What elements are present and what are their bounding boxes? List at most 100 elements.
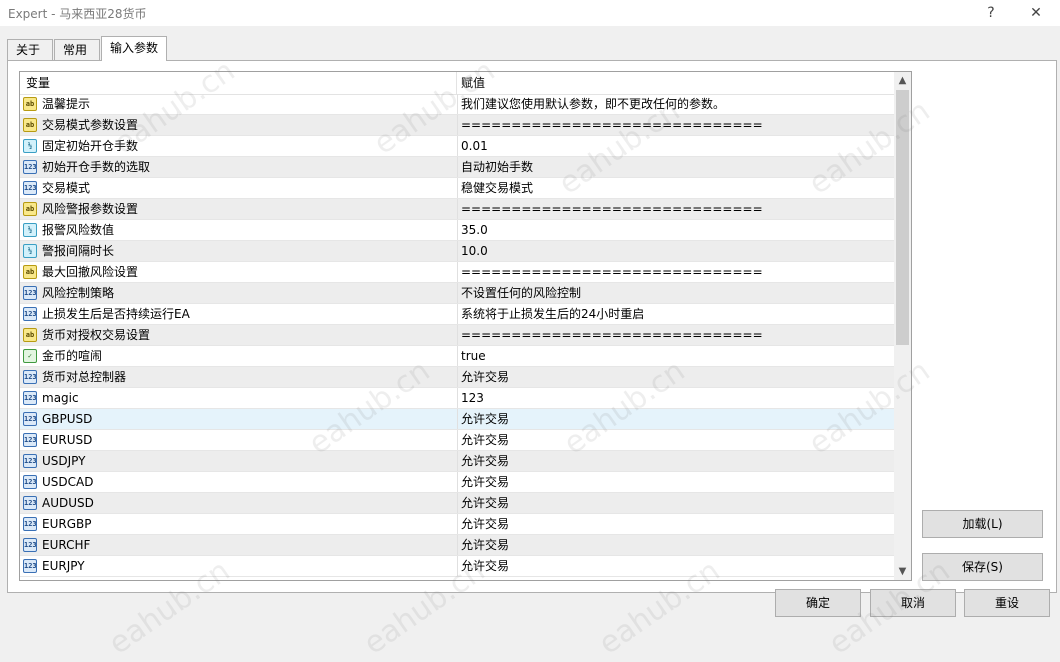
parameter-name: 金币的喧闹 — [42, 349, 103, 363]
grid-rows: ab 温馨提示 我们建议您使用默认参数，即不更改任何的参数。 ab 交易模式参数设置 ==… — [20, 94, 894, 577]
table-row[interactable]: 123 EURCHF 允许交易 — [20, 535, 894, 556]
tab-about[interactable]: 关于 — [7, 39, 53, 60]
table-row[interactable]: 123 止损发生后是否持续运行EA 系统将于止损发生后的24小时重启 — [20, 304, 894, 325]
parameter-value[interactable]: true — [457, 346, 891, 366]
parameter-value[interactable]: 允许交易 — [457, 451, 891, 471]
window-title: Expert - 马来西亚28货币 — [8, 7, 147, 21]
table-row[interactable]: 123 magic 123 — [20, 388, 894, 409]
table-row[interactable]: ✓ 金币的喧闹 true — [20, 346, 894, 367]
double-type-icon: ½ — [23, 223, 37, 237]
parameter-value[interactable]: 10.0 — [457, 241, 891, 261]
scroll-down-icon[interactable]: ▼ — [894, 563, 911, 580]
parameter-value[interactable]: 允许交易 — [457, 367, 891, 387]
table-row[interactable]: 123 交易模式 稳健交易模式 — [20, 178, 894, 199]
table-row[interactable]: ab 温馨提示 我们建议您使用默认参数，即不更改任何的参数。 — [20, 94, 894, 115]
parameter-name: 初始开仓手数的选取 — [42, 160, 151, 174]
integer-type-icon: 123 — [23, 307, 37, 321]
parameter-name: 货币对总控制器 — [42, 370, 127, 384]
integer-type-icon: 123 — [23, 475, 37, 489]
tab-inputs[interactable]: 输入参数 — [101, 36, 167, 61]
integer-type-icon: 123 — [23, 181, 37, 195]
parameter-name: GBPUSD — [42, 412, 93, 426]
parameter-value[interactable]: 123 — [457, 388, 891, 408]
table-row[interactable]: ab 最大回撤风险设置 ============================== — [20, 262, 894, 283]
parameter-name: EURJPY — [42, 559, 85, 573]
parameter-value[interactable]: 允许交易 — [457, 556, 891, 576]
parameter-value[interactable]: 我们建议您使用默认参数，即不更改任何的参数。 — [457, 94, 891, 114]
parameter-name: 固定初始开仓手数 — [42, 139, 139, 153]
parameter-value[interactable]: 不设置任何的风险控制 — [457, 283, 891, 303]
parameter-name: 货币对授权交易设置 — [42, 328, 151, 342]
parameter-value[interactable]: 自动初始手数 — [457, 157, 891, 177]
parameter-value[interactable]: 允许交易 — [457, 493, 891, 513]
table-row[interactable]: 123 初始开仓手数的选取 自动初始手数 — [20, 157, 894, 178]
table-row[interactable]: ½ 报警风险数值 35.0 — [20, 220, 894, 241]
table-row[interactable]: 123 EURUSD 允许交易 — [20, 430, 894, 451]
scroll-thumb[interactable] — [896, 90, 909, 345]
title-bar: Expert - 马来西亚28货币 ? ✕ — [0, 0, 1060, 26]
table-row[interactable]: ½ 警报间隔时长 10.0 — [20, 241, 894, 262]
parameter-value[interactable]: ============================== — [457, 115, 891, 135]
table-row[interactable]: 123 风险控制策略 不设置任何的风险控制 — [20, 283, 894, 304]
parameters-grid[interactable]: 变量 赋值 ab 温馨提示 我们建议您使用默认参数，即不更改任何的参数。 ab 交易模式… — [19, 71, 912, 581]
ok-button[interactable]: 确定 — [775, 589, 861, 617]
help-button[interactable]: ? — [976, 3, 1006, 23]
parameter-value[interactable]: ============================== — [457, 199, 891, 219]
parameter-name: EURGBP — [42, 517, 92, 531]
table-row[interactable]: ab 交易模式参数设置 ============================== — [20, 115, 894, 136]
parameter-value[interactable]: 35.0 — [457, 220, 891, 240]
string-type-icon: ab — [23, 118, 37, 132]
string-type-icon: ab — [23, 97, 37, 111]
scroll-up-icon[interactable]: ▲ — [894, 72, 911, 89]
parameter-value[interactable]: 允许交易 — [457, 472, 891, 492]
string-type-icon: ab — [23, 328, 37, 342]
close-button[interactable]: ✕ — [1021, 3, 1051, 23]
parameter-value[interactable]: 系统将于止损发生后的24小时重启 — [457, 304, 891, 324]
parameter-value[interactable]: 允许交易 — [457, 535, 891, 555]
table-row[interactable]: 123 USDJPY 允许交易 — [20, 451, 894, 472]
parameter-name: magic — [42, 391, 79, 405]
parameter-value[interactable]: ============================== — [457, 325, 891, 345]
table-row[interactable]: 123 GBPUSD 允许交易 — [20, 409, 894, 430]
table-row[interactable]: 123 EURGBP 允许交易 — [20, 514, 894, 535]
string-type-icon: ab — [23, 202, 37, 216]
tab-common[interactable]: 常用 — [54, 39, 100, 60]
parameter-value[interactable]: 0.01 — [457, 136, 891, 156]
table-row[interactable]: ab 货币对授权交易设置 =============================… — [20, 325, 894, 346]
parameter-name: 风险控制策略 — [42, 286, 115, 300]
table-row[interactable]: 123 EURJPY 允许交易 — [20, 556, 894, 577]
parameter-name: 最大回撤风险设置 — [42, 265, 139, 279]
parameter-value[interactable]: 允许交易 — [457, 409, 891, 429]
parameter-value[interactable]: 稳健交易模式 — [457, 178, 891, 198]
grid-header: 变量 赋值 — [20, 72, 894, 95]
load-button[interactable]: 加载(L) — [922, 510, 1043, 538]
parameter-name: 交易模式参数设置 — [42, 118, 139, 132]
column-header-variable[interactable]: 变量 — [20, 72, 457, 94]
save-button[interactable]: 保存(S) — [922, 553, 1043, 581]
integer-type-icon: 123 — [23, 286, 37, 300]
table-row[interactable]: 123 AUDUSD 允许交易 — [20, 493, 894, 514]
integer-type-icon: 123 — [23, 496, 37, 510]
parameter-value[interactable]: 允许交易 — [457, 514, 891, 534]
integer-type-icon: 123 — [23, 412, 37, 426]
reset-button[interactable]: 重设 — [964, 589, 1050, 617]
integer-type-icon: 123 — [23, 454, 37, 468]
integer-type-icon: 123 — [23, 433, 37, 447]
table-row[interactable]: 123 USDCAD 允许交易 — [20, 472, 894, 493]
integer-type-icon: 123 — [23, 391, 37, 405]
table-row[interactable]: ab 风险警报参数设置 ============================== — [20, 199, 894, 220]
string-type-icon: ab — [23, 265, 37, 279]
column-header-value[interactable]: 赋值 — [457, 72, 894, 94]
parameter-name: USDCAD — [42, 475, 94, 489]
parameter-name: AUDUSD — [42, 496, 94, 510]
table-row[interactable]: 123 货币对总控制器 允许交易 — [20, 367, 894, 388]
parameter-value[interactable]: 允许交易 — [457, 430, 891, 450]
parameter-name: 交易模式 — [42, 181, 91, 195]
parameter-value[interactable]: ============================== — [457, 262, 891, 282]
cancel-button[interactable]: 取消 — [870, 589, 956, 617]
parameter-name: 温馨提示 — [42, 97, 91, 111]
table-row[interactable]: ½ 固定初始开仓手数 0.01 — [20, 136, 894, 157]
integer-type-icon: 123 — [23, 370, 37, 384]
parameter-name: USDJPY — [42, 454, 86, 468]
vertical-scrollbar[interactable]: ▲ ▼ — [894, 72, 911, 580]
